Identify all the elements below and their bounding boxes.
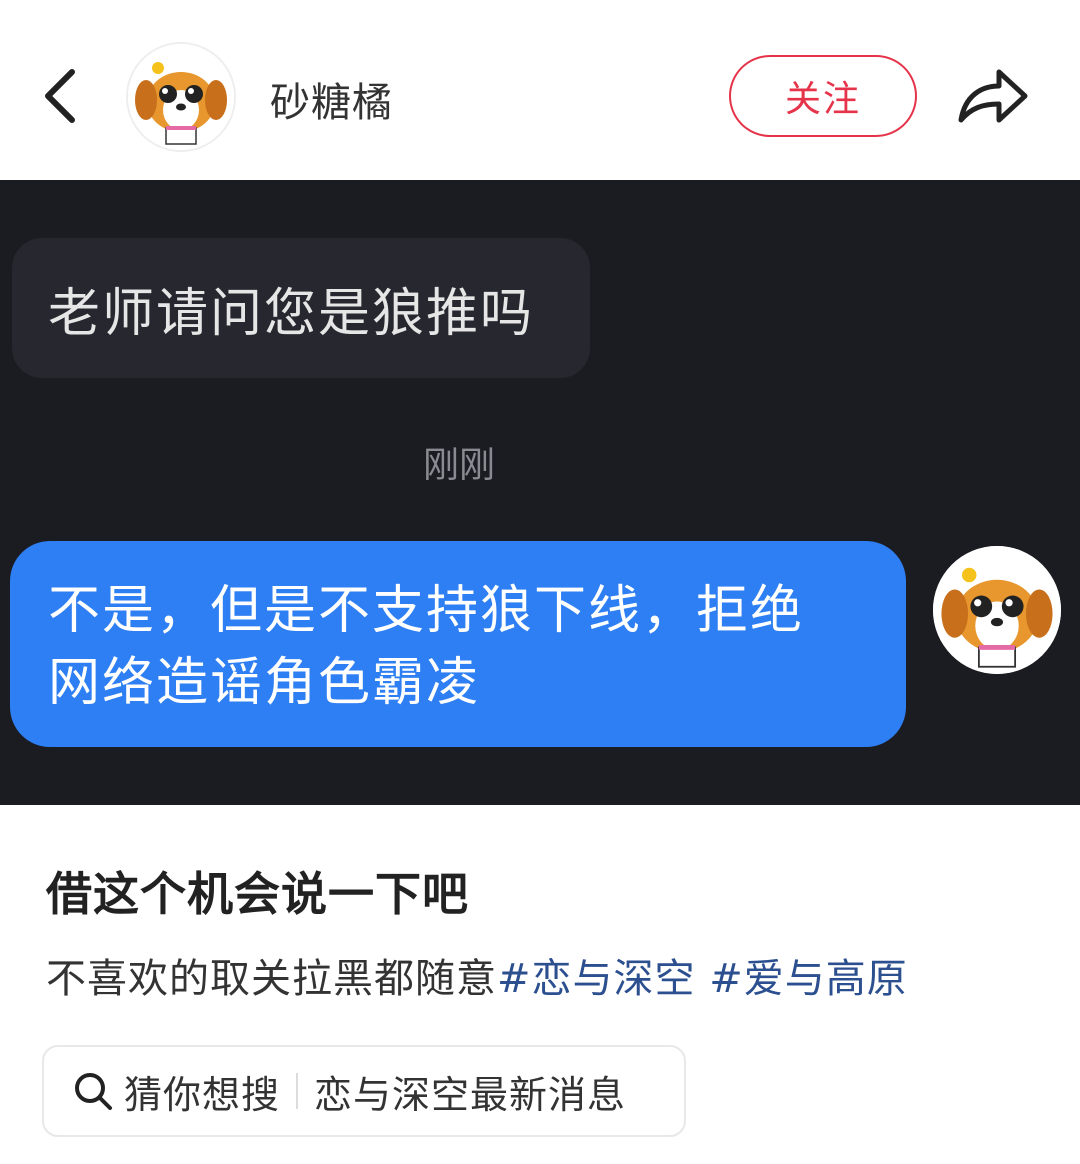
back-button[interactable]: [38, 64, 88, 128]
author-avatar[interactable]: [126, 42, 236, 152]
hashtag-link[interactable]: #爱与高原: [709, 956, 908, 1002]
share-button[interactable]: [955, 62, 1031, 130]
post-page: 砂糖橘 关注 老师请问您是狼推吗 刚刚 不是，但是不支持狼下线，拒绝 网络造谣角…: [0, 0, 1080, 1164]
post-title: 借这个机会说一下吧: [46, 867, 469, 921]
author-name[interactable]: 砂糖橘: [270, 70, 393, 128]
incoming-message-text: 老师请问您是狼推吗: [48, 283, 535, 344]
search-icon: [75, 1073, 112, 1110]
follow-button[interactable]: 关注: [729, 55, 917, 137]
top-bar: 砂糖橘 关注: [0, 0, 1080, 180]
dog-avatar-icon: [933, 546, 1061, 674]
search-suggestion[interactable]: 恋与深空最新消息: [314, 1064, 626, 1119]
sender-avatar: [933, 546, 1061, 674]
hashtag-link[interactable]: #恋与深空: [497, 956, 696, 1002]
outgoing-message-line: 网络造谣角色霸凌: [48, 653, 481, 713]
share-arrow-icon: [958, 69, 1028, 123]
dog-avatar-icon: [128, 44, 234, 150]
post-body-text: 不喜欢的取关拉黑都随意: [46, 956, 497, 1002]
chat-screenshot: 老师请问您是狼推吗 刚刚 不是，但是不支持狼下线，拒绝 网络造谣角色霸凌: [0, 180, 1080, 805]
incoming-message-bubble: 老师请问您是狼推吗: [12, 238, 590, 378]
search-hint-label: 猜你想搜: [124, 1072, 281, 1117]
post-body: 不喜欢的取关拉黑都随意#恋与深空 #爱与高原: [46, 946, 908, 1004]
outgoing-message-bubble: 不是，但是不支持狼下线，拒绝 网络造谣角色霸凌: [10, 541, 906, 747]
message-timestamp: 刚刚: [422, 445, 495, 486]
suggested-search-chip[interactable]: 猜你想搜 恋与深空最新消息: [42, 1045, 686, 1137]
outgoing-message-line: 不是，但是不支持狼下线，拒绝: [48, 581, 805, 641]
divider: [296, 1073, 299, 1109]
chevron-left-icon: [45, 69, 75, 123]
